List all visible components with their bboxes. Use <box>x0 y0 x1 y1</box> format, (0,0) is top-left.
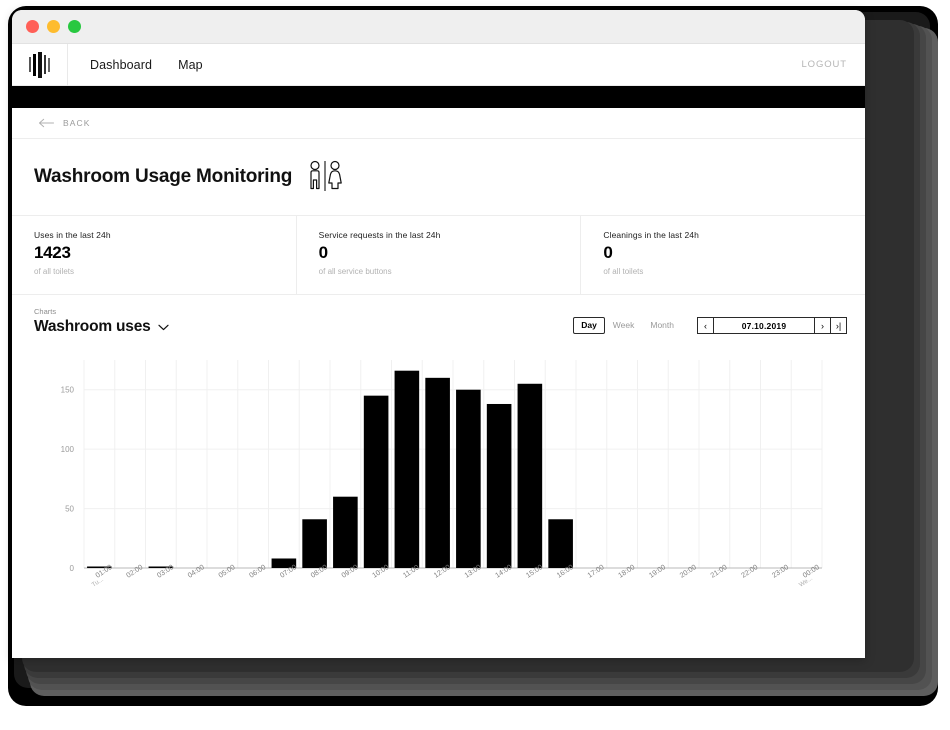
chart-header: Charts Washroom uses Day Week Month ‹ 07… <box>12 295 865 342</box>
back-label: BACK <box>63 118 91 128</box>
stat-label: Cleanings in the last 24h <box>603 230 699 240</box>
screenshot-root: Dashboard Map LOGOUT BACK Washroom Usage… <box>0 0 950 730</box>
y-tick-label: 50 <box>65 505 74 514</box>
chart-title-block: Charts Washroom uses <box>34 307 169 336</box>
back-row[interactable]: BACK <box>12 108 865 139</box>
x-tick-label: 03:00 <box>155 562 175 579</box>
chart-bar[interactable] <box>394 370 420 568</box>
logo-bar-3 <box>38 51 42 78</box>
range-button-week[interactable]: Week <box>605 317 643 334</box>
washroom-icon <box>310 160 343 191</box>
range-toggle-group: Day Week Month <box>573 317 682 334</box>
chart-bar[interactable] <box>363 395 389 568</box>
logo-bar-2 <box>33 53 36 76</box>
browser-window: Dashboard Map LOGOUT BACK Washroom Usage… <box>12 10 865 658</box>
date-navigator: ‹ 07.10.2019 › ›| <box>697 317 847 334</box>
chart-area: 0 50 100 150 01:00 Tu... 02:00 03:00 04:00 05:00 0… <box>12 342 865 642</box>
y-tick-label: 0 <box>70 564 75 573</box>
stat-sublabel: of all toilets <box>603 267 644 276</box>
page-title: Washroom Usage Monitoring <box>34 166 293 187</box>
logo-bar-1 <box>29 57 31 72</box>
stat-label: Service requests in the last 24h <box>318 230 441 240</box>
page-title-row: Washroom Usage Monitoring <box>12 139 865 216</box>
close-window-icon[interactable] <box>26 20 39 33</box>
stat-card-uses: Uses in the last 24h 1423 of all toilets <box>12 216 297 294</box>
logo-bar-5 <box>48 57 50 72</box>
window-titlebar <box>12 10 865 44</box>
maximize-window-icon[interactable] <box>68 20 81 33</box>
nav-item-dashboard[interactable]: Dashboard <box>90 58 152 72</box>
x-day-label: We... <box>798 575 814 589</box>
stat-value: 1423 <box>34 243 71 262</box>
black-accent-bar <box>12 86 865 108</box>
range-button-month[interactable]: Month <box>642 317 682 334</box>
chart-bar[interactable] <box>548 519 573 568</box>
stat-sublabel: of all service buttons <box>318 267 392 276</box>
x-tick-label: 17:00 <box>586 562 606 579</box>
app-logo[interactable] <box>12 43 68 86</box>
x-day-label: Tu... <box>91 576 105 589</box>
x-tick-label: 05:00 <box>217 562 237 579</box>
stat-value: 0 <box>603 243 613 262</box>
logout-button[interactable]: LOGOUT <box>801 59 847 70</box>
x-tick-label: 19:00 <box>647 562 667 579</box>
chart-bar[interactable] <box>425 377 450 568</box>
x-tick-label: 21:00 <box>709 562 729 579</box>
stat-card-cleanings: Cleanings in the last 24h 0 of all toile… <box>581 216 865 294</box>
chart-controls: Day Week Month ‹ 07.10.2019 › ›| <box>573 317 847 336</box>
y-tick-label: 100 <box>61 445 75 454</box>
stat-sublabel: of all toilets <box>34 267 75 276</box>
chart-title: Washroom uses <box>34 318 151 335</box>
chart-bar[interactable] <box>486 403 512 568</box>
stats-row: Uses in the last 24h 1423 of all toilets… <box>12 216 865 295</box>
date-next-button[interactable]: › <box>814 317 831 334</box>
logo-bar-4 <box>44 55 46 74</box>
x-tick-label: 02:00 <box>124 562 144 579</box>
nav-links: Dashboard Map <box>90 58 203 72</box>
nav-item-map[interactable]: Map <box>178 58 203 72</box>
chart-bar[interactable] <box>333 496 358 568</box>
x-tick-label: 23:00 <box>770 562 790 579</box>
chevron-down-icon <box>157 324 169 330</box>
range-button-day[interactable]: Day <box>573 317 605 334</box>
y-tick-label: 150 <box>61 386 75 395</box>
x-tick-label: 22:00 <box>739 562 759 579</box>
stat-card-service-requests: Service requests in the last 24h 0 of al… <box>297 216 582 294</box>
stat-label: Uses in the last 24h <box>34 230 111 240</box>
date-last-button[interactable]: ›| <box>830 317 847 334</box>
washroom-uses-bar-chart[interactable]: 0 50 100 150 01:00Tu... 02:00 03:00 04:00 05:00 0… <box>12 342 865 602</box>
app-navbar: Dashboard Map LOGOUT <box>12 43 865 86</box>
date-display[interactable]: 07.10.2019 <box>713 317 815 334</box>
date-prev-button[interactable]: ‹ <box>697 317 714 334</box>
arrow-left-icon <box>39 118 54 128</box>
x-tick-label: 18:00 <box>616 562 636 579</box>
minimize-window-icon[interactable] <box>47 20 60 33</box>
chart-selector[interactable]: Washroom uses <box>34 318 169 336</box>
stat-value: 0 <box>318 243 328 262</box>
x-tick-label: 01:00 <box>94 562 114 579</box>
chart-bar[interactable] <box>517 383 543 568</box>
x-tick-label: 06:00 <box>247 562 267 579</box>
chart-bar[interactable] <box>456 389 481 568</box>
x-tick-label: 04:00 <box>186 562 206 579</box>
chart-bar[interactable] <box>302 519 327 568</box>
charts-kicker: Charts <box>34 307 57 316</box>
x-tick-label: 20:00 <box>678 562 698 579</box>
